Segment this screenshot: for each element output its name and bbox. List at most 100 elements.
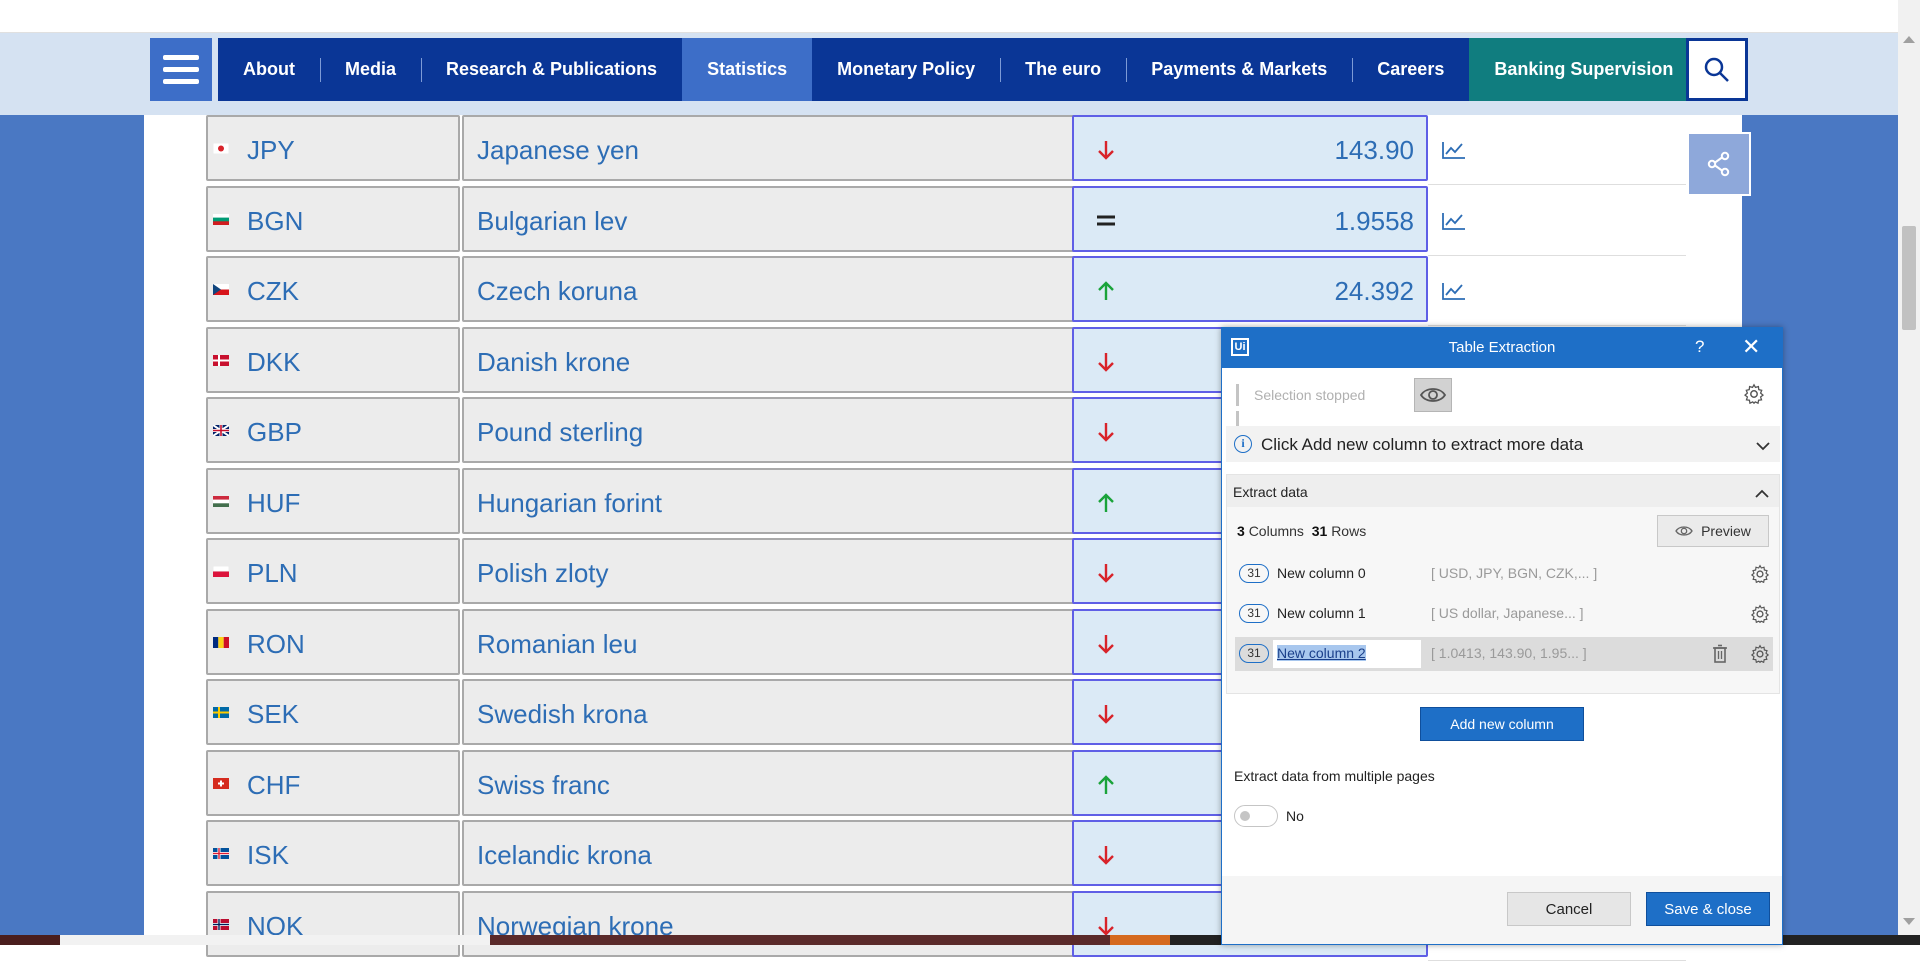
- nav-item-careers[interactable]: Careers: [1352, 38, 1469, 101]
- currency-name[interactable]: Polish zloty: [477, 558, 609, 589]
- column-row-selected[interactable]: 31 New column 2 [ 1.0413, 143.90, 1.95..…: [1235, 637, 1773, 671]
- chart-link-cell: [1428, 115, 1686, 185]
- currency-name-cell[interactable]: Pound sterling: [462, 397, 1076, 463]
- trend-down-arrow-icon: [1098, 423, 1114, 442]
- nav-item-banking-supervision[interactable]: Banking Supervision: [1469, 38, 1699, 101]
- currency-name[interactable]: Romanian leu: [477, 629, 637, 660]
- currency-code-cell[interactable]: PLN: [206, 538, 460, 604]
- currency-code-cell[interactable]: DKK: [206, 327, 460, 393]
- save-close-button[interactable]: Save & close: [1646, 892, 1770, 926]
- nav-item-media[interactable]: Media: [319, 38, 421, 101]
- currency-code[interactable]: RON: [247, 629, 305, 660]
- currency-name-cell[interactable]: Swiss franc: [462, 750, 1076, 816]
- nav-item-the-euro[interactable]: The euro: [1000, 38, 1126, 101]
- currency-code[interactable]: CHF: [247, 770, 300, 801]
- currency-name[interactable]: Danish krone: [477, 347, 630, 378]
- column-row[interactable]: 31 New column 1 [ US dollar, Japanese...…: [1235, 597, 1773, 631]
- currency-name-cell[interactable]: Icelandic krona: [462, 820, 1076, 886]
- currency-name[interactable]: Pound sterling: [477, 417, 643, 448]
- currency-name-cell[interactable]: Norwegian krone: [462, 891, 1076, 957]
- multi-page-toggle[interactable]: [1234, 805, 1278, 827]
- close-icon[interactable]: ✕: [1742, 334, 1760, 360]
- info-banner[interactable]: i Click Add new column to extract more d…: [1226, 426, 1780, 462]
- rate-value-cell[interactable]: 24.392: [1072, 256, 1428, 322]
- rate-value-cell[interactable]: 1.9558: [1072, 186, 1428, 252]
- line-chart-icon[interactable]: [1442, 282, 1466, 300]
- currency-code-cell[interactable]: GBP: [206, 397, 460, 463]
- scroll-thumb[interactable]: [1902, 226, 1916, 330]
- column-name[interactable]: New column 1: [1277, 605, 1366, 621]
- currency-name-cell[interactable]: Danish krone: [462, 327, 1076, 393]
- currency-code[interactable]: JPY: [247, 135, 295, 166]
- flag-pln-icon: [213, 566, 229, 577]
- currency-name-cell[interactable]: Czech koruna: [462, 256, 1076, 322]
- currency-name[interactable]: Swedish krona: [477, 699, 648, 730]
- currency-code-cell[interactable]: ISK: [206, 820, 460, 886]
- share-icon: [1707, 151, 1730, 177]
- currency-code[interactable]: DKK: [247, 347, 300, 378]
- currency-name-cell[interactable]: Japanese yen: [462, 115, 1076, 181]
- currency-name[interactable]: Swiss franc: [477, 770, 610, 801]
- line-chart-icon[interactable]: [1442, 141, 1466, 159]
- highlight-toggle-button[interactable]: [1414, 378, 1452, 412]
- settings-gear-icon[interactable]: [1743, 383, 1765, 410]
- column-row[interactable]: 31 New column 0 [ USD, JPY, BGN, CZK,...…: [1235, 557, 1773, 591]
- currency-name-cell[interactable]: Hungarian forint: [462, 468, 1076, 534]
- nav-item-monetary-policy[interactable]: Monetary Policy: [812, 38, 1000, 101]
- page-scrollbar[interactable]: [1898, 0, 1920, 935]
- currency-code[interactable]: PLN: [247, 558, 298, 589]
- currency-name-cell[interactable]: Romanian leu: [462, 609, 1076, 675]
- dialog-toolbar: Selection stopped: [1222, 368, 1782, 433]
- currency-code-cell[interactable]: BGN: [206, 186, 460, 252]
- help-icon[interactable]: ?: [1695, 337, 1704, 357]
- currency-code[interactable]: ISK: [247, 840, 289, 871]
- currency-name-cell[interactable]: Swedish krona: [462, 679, 1076, 745]
- hamburger-icon: [163, 55, 199, 60]
- add-new-column-button[interactable]: Add new column: [1420, 707, 1584, 741]
- chevron-up-icon[interactable]: [1755, 486, 1769, 504]
- currency-code[interactable]: SEK: [247, 699, 299, 730]
- cancel-button[interactable]: Cancel: [1507, 892, 1631, 926]
- currency-code-cell[interactable]: CZK: [206, 256, 460, 322]
- preview-button[interactable]: Preview: [1657, 515, 1769, 547]
- currency-name[interactable]: Czech koruna: [477, 276, 637, 307]
- dialog-title-bar[interactable]: Ui Table Extraction ? ✕: [1222, 328, 1782, 368]
- line-chart-icon[interactable]: [1442, 212, 1466, 230]
- flag-jpy-icon: [213, 143, 229, 154]
- search-button[interactable]: [1686, 38, 1748, 101]
- rate-value-cell[interactable]: 143.90: [1072, 115, 1428, 181]
- currency-code-cell[interactable]: HUF: [206, 468, 460, 534]
- currency-name[interactable]: Hungarian forint: [477, 488, 662, 519]
- column-name-input[interactable]: New column 2: [1273, 640, 1421, 668]
- menu-button[interactable]: [150, 38, 212, 101]
- currency-name-cell[interactable]: Bulgarian lev: [462, 186, 1076, 252]
- column-settings-gear-icon[interactable]: [1750, 564, 1770, 589]
- nav-item-research-publications[interactable]: Research & Publications: [421, 38, 682, 101]
- column-settings-gear-icon[interactable]: [1750, 644, 1770, 669]
- currency-code[interactable]: HUF: [247, 488, 300, 519]
- currency-code-cell[interactable]: JPY: [206, 115, 460, 181]
- currency-code-cell[interactable]: NOK: [206, 891, 460, 957]
- currency-name[interactable]: Japanese yen: [477, 135, 639, 166]
- column-settings-gear-icon[interactable]: [1750, 604, 1770, 629]
- currency-code-cell[interactable]: SEK: [206, 679, 460, 745]
- extract-data-header[interactable]: Extract data: [1227, 475, 1779, 507]
- currency-code-cell[interactable]: CHF: [206, 750, 460, 816]
- chevron-down-icon[interactable]: [1756, 438, 1770, 456]
- nav-item-payments-markets[interactable]: Payments & Markets: [1126, 38, 1352, 101]
- currency-code[interactable]: GBP: [247, 417, 302, 448]
- pause-icon[interactable]: [1236, 384, 1247, 433]
- trash-icon[interactable]: [1711, 644, 1729, 669]
- currency-name[interactable]: Bulgarian lev: [477, 206, 627, 237]
- currency-code[interactable]: CZK: [247, 276, 299, 307]
- currency-name-cell[interactable]: Polish zloty: [462, 538, 1076, 604]
- currency-name[interactable]: Icelandic krona: [477, 840, 652, 871]
- nav-item-about[interactable]: About: [218, 38, 320, 101]
- share-button[interactable]: [1687, 132, 1751, 196]
- column-name[interactable]: New column 0: [1277, 565, 1366, 581]
- currency-code[interactable]: BGN: [247, 206, 303, 237]
- nav-item-statistics[interactable]: Statistics: [682, 38, 813, 101]
- currency-code-cell[interactable]: RON: [206, 609, 460, 675]
- scroll-up-arrow-icon[interactable]: [1903, 36, 1915, 43]
- scroll-down-arrow-icon[interactable]: [1903, 918, 1915, 925]
